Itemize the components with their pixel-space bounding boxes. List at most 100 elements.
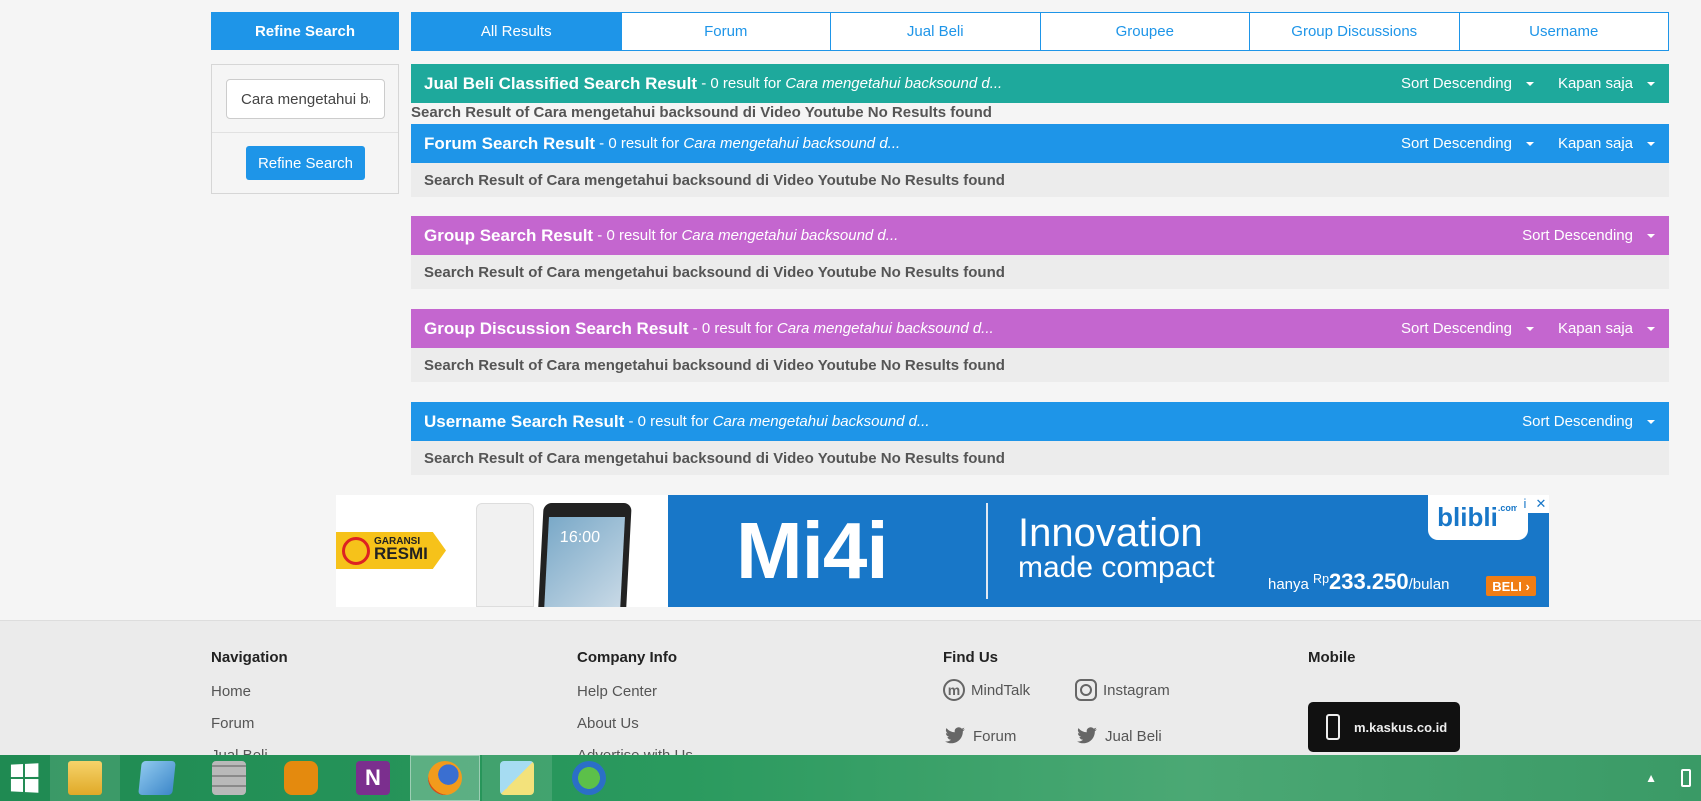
refine-search-input[interactable] [226, 79, 385, 119]
windows-taskbar: N ▲ [0, 755, 1701, 801]
result-count: - 0 result for [593, 227, 682, 244]
archive-icon [284, 761, 318, 795]
sort-label: Sort Descending [1401, 75, 1512, 92]
sort-dropdown[interactable]: Sort Descending [1401, 135, 1534, 152]
footer-link-forum[interactable]: Forum [211, 713, 288, 745]
ad-price: hanya Rp233.250/bulan [1268, 569, 1449, 595]
caret-down-icon [1525, 326, 1534, 331]
search-query: Cara mengetahui backsound d... [681, 227, 899, 244]
sort-dropdown[interactable]: Sort Descending [1522, 413, 1655, 430]
footer-heading: Company Info [577, 649, 677, 666]
taskbar-onenote[interactable]: N [338, 755, 408, 801]
footer-link-help-center[interactable]: Help Center [577, 681, 693, 713]
time-dropdown[interactable]: Kapan saja [1558, 320, 1655, 337]
tab-jual-beli[interactable]: Jual Beli [830, 13, 1040, 50]
sort-label: Sort Descending [1401, 320, 1512, 337]
footer-link-about-us[interactable]: About Us [577, 713, 693, 745]
taskbar-firewall[interactable] [194, 755, 264, 801]
sticky-notes-icon [500, 761, 534, 795]
taskbar-firefox[interactable] [410, 755, 480, 801]
result-count: - 0 result for [595, 135, 684, 152]
ad-close-icon[interactable]: ✕ [1533, 495, 1549, 513]
footer-heading: Navigation [211, 649, 288, 666]
mindtalk-icon: m [943, 679, 965, 701]
search-query: Cara mengetahui backsound d... [776, 320, 994, 337]
brand-suffix: .com [1497, 503, 1519, 513]
sort-label: Sort Descending [1401, 135, 1512, 152]
file-explorer-icon [68, 761, 102, 795]
taskbar-archive[interactable] [266, 755, 336, 801]
firefox-icon [428, 761, 462, 795]
search-query: Cara mengetahui backsound d... [683, 135, 901, 152]
mobile-site-badge[interactable]: m.kaskus.co.id [1308, 702, 1460, 752]
advertisement-banner[interactable]: GARANSI RESMI 16:00 Mi4i Innovation made … [336, 495, 1549, 607]
refine-search-button[interactable]: Refine Search [246, 146, 365, 180]
caret-down-icon [1647, 419, 1655, 424]
tagline-line-2: made compact [1018, 551, 1215, 584]
sort-label: Sort Descending [1522, 227, 1633, 244]
firewall-icon [212, 761, 246, 795]
caret-down-icon [1525, 81, 1534, 86]
footer-link-advertise[interactable]: Advertise with Us [577, 745, 693, 755]
phone-front-image: 16:00 [538, 503, 632, 607]
twitter-icon [1075, 725, 1099, 747]
tab-all-results[interactable]: All Results [412, 13, 621, 50]
instagram-icon [1075, 679, 1097, 701]
username-section-header: Username Search Result - 0 result for Ca… [411, 402, 1669, 441]
ad-divider [986, 503, 988, 599]
caret-down-icon [1647, 141, 1655, 146]
find-us-twitter-forum[interactable]: Forum [943, 725, 1075, 747]
footer-link-home[interactable]: Home [211, 681, 288, 713]
onenote-icon: N [356, 761, 390, 795]
beli-button[interactable]: BELI › [1486, 576, 1536, 596]
product-name: Mi4i [736, 506, 889, 595]
tab-forum[interactable]: Forum [620, 13, 831, 50]
jual-beli-section-header: Jual Beli Classified Search Result - 0 r… [411, 64, 1669, 103]
sort-dropdown[interactable]: Sort Descending [1522, 227, 1655, 244]
price-currency: Rp [1313, 572, 1330, 586]
windows-logo-icon [10, 763, 39, 793]
taskbar-notepad[interactable] [122, 755, 192, 801]
footer-navigation: Navigation Home Forum Jual Beli [211, 649, 288, 755]
ad-info-icon[interactable]: i [1517, 495, 1533, 513]
footer-link-jual-beli[interactable]: Jual Beli [211, 745, 288, 755]
tab-username[interactable]: Username [1458, 13, 1669, 50]
find-us-label: MindTalk [971, 681, 1031, 699]
caret-down-icon [1647, 326, 1655, 331]
taskbar-sticky-notes[interactable] [482, 755, 552, 801]
caret-down-icon [1647, 81, 1655, 86]
find-us-mindtalk[interactable]: m MindTalk [943, 679, 1075, 701]
sort-dropdown[interactable]: Sort Descending [1401, 320, 1534, 337]
section-title: Group Discussion Search Result [424, 318, 689, 338]
battery-icon[interactable] [1681, 769, 1691, 787]
time-dropdown[interactable]: Kapan saja [1558, 135, 1655, 152]
phone-screen: 16:00 [544, 517, 625, 607]
tab-groupee[interactable]: Groupee [1039, 13, 1250, 50]
refine-search-panel: Refine Search [211, 64, 399, 194]
forum-section-header: Forum Search Result - 0 result for Cara … [411, 124, 1669, 163]
site-footer: Navigation Home Forum Jual Beli Company … [0, 620, 1701, 755]
taskbar-download-manager[interactable] [554, 755, 624, 801]
sort-dropdown[interactable]: Sort Descending [1401, 75, 1534, 92]
tab-group-discussions[interactable]: Group Discussions [1249, 13, 1459, 50]
result-count: - 0 result for [688, 320, 777, 337]
find-us-twitter-jual-beli[interactable]: Jual Beli [1075, 725, 1195, 747]
beli-label: BELI [1492, 578, 1522, 594]
ad-main-panel: Mi4i Innovation made compact blibli .com … [668, 495, 1549, 607]
footer-heading: Mobile [1308, 649, 1356, 666]
no-results-message: Search Result of Cara mengetahui backsou… [411, 163, 1669, 197]
twitter-icon [943, 725, 967, 747]
no-results-message: Search Result of Cara mengetahui backsou… [411, 348, 1669, 382]
group-discussion-section-header: Group Discussion Search Result - 0 resul… [411, 309, 1669, 348]
blibli-logo: blibli .com [1428, 495, 1528, 540]
ad-controls: i ✕ [1517, 495, 1549, 513]
system-tray: ▲ [1645, 769, 1701, 787]
taskbar-file-explorer[interactable] [50, 755, 120, 801]
show-hidden-icons-icon[interactable]: ▲ [1645, 771, 1657, 785]
time-label: Kapan saja [1557, 135, 1633, 152]
start-button[interactable] [0, 755, 48, 801]
time-dropdown[interactable]: Kapan saja [1558, 75, 1655, 92]
time-label: Kapan saja [1557, 75, 1633, 92]
tagline-line-1: Innovation [1018, 511, 1203, 555]
find-us-instagram[interactable]: Instagram [1075, 679, 1195, 701]
